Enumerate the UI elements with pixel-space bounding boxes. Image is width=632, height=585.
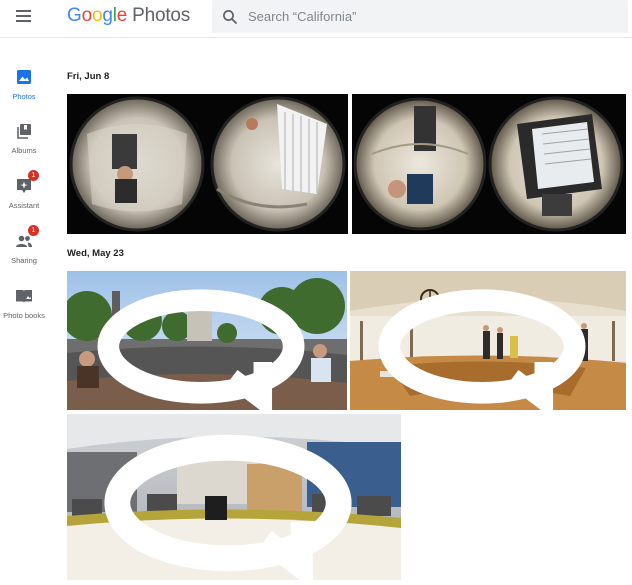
search-input[interactable]: [248, 9, 608, 24]
main-menu-button[interactable]: [8, 4, 38, 28]
sharing-icon: 1: [15, 225, 39, 250]
notification-badge: 1: [28, 225, 39, 236]
app-header: Google Photos: [0, 0, 632, 38]
photo-thumbnail[interactable]: [67, 271, 347, 410]
photo-thumbnail[interactable]: [352, 94, 626, 234]
date-header: Fri, Jun 8: [67, 71, 110, 82]
sidebar-item-label: Assistant: [8, 201, 40, 210]
product-name: Photos: [132, 5, 191, 26]
photo-thumbnail[interactable]: [67, 94, 348, 234]
google-photos-logo[interactable]: Google Photos: [67, 5, 190, 27]
fisheye-photo-image: [69, 96, 346, 232]
notification-badge: 1: [28, 170, 39, 181]
date-header: Wed, May 23: [67, 248, 124, 259]
sidebar-item-photo-books[interactable]: Photo books: [0, 287, 48, 333]
search-bar[interactable]: [212, 0, 628, 33]
sidebar-item-assistant[interactable]: 1 Assistant: [0, 170, 48, 223]
menu-icon: [15, 10, 31, 12]
panorama-360-icon: [378, 289, 586, 410]
sidebar-item-label: Albums: [11, 146, 37, 155]
search-icon[interactable]: [212, 0, 248, 33]
photos-icon: [15, 68, 33, 86]
fisheye-photo-image: [353, 96, 624, 232]
sidebar-item-label: Sharing: [11, 256, 37, 265]
sidebar-item-label: Photo books: [3, 311, 45, 320]
photo-thumbnail[interactable]: [350, 271, 626, 410]
sidebar-item-sharing[interactable]: 1 Sharing: [0, 225, 48, 278]
sidebar-item-photos[interactable]: Photos: [0, 68, 48, 114]
panorama-360-icon: [97, 289, 305, 410]
albums-icon: [15, 122, 33, 140]
photo-thumbnail[interactable]: [67, 414, 401, 580]
panorama-360-icon: [104, 434, 352, 580]
photo-books-icon: [15, 287, 33, 305]
assistant-icon: 1: [15, 170, 39, 195]
sidebar-item-albums[interactable]: Albums: [0, 122, 48, 168]
sidebar-item-label: Photos: [12, 92, 36, 101]
